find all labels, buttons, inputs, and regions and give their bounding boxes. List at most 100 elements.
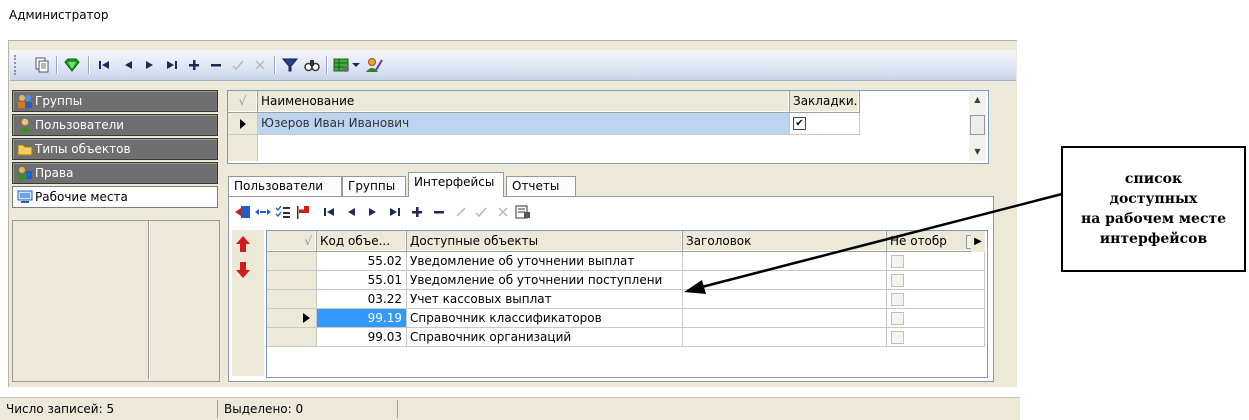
table-row-object[interactable]: Уведомление об уточнении поступлени [407,271,683,290]
find-icon[interactable] [302,55,322,75]
column-header-objects[interactable]: Доступные объекты [407,231,683,252]
table-row-code[interactable]: 03.22 [317,290,407,309]
records-value: 5 [106,402,115,416]
main-toolbar [10,50,1016,81]
row-indicator [228,113,258,135]
grid-corner: √ [267,231,317,252]
table-row-object[interactable]: Учет кассовых выплат [407,290,683,309]
table-row-object[interactable]: Справочник организаций [407,328,683,347]
add-record-icon[interactable] [408,202,426,222]
nav-item-object-types[interactable]: Типы объектов [12,138,218,160]
hidden-checkbox[interactable] [891,312,904,325]
table-row-code[interactable]: 55.02 [317,252,407,271]
row-indicator [267,252,317,271]
users-grid: √ Наименование Закладки. Юзеров Иван Ива… [227,90,989,164]
nav-item-label: Права [35,166,74,180]
interfaces-toolbar [232,202,652,224]
row-indicator [267,271,317,290]
table-row-hidden[interactable] [887,328,985,347]
rights-icon [17,166,33,180]
table-row-object[interactable]: Справочник классификаторов [407,309,683,328]
next-record-icon[interactable] [364,202,382,222]
edit-icon[interactable] [452,202,470,222]
user-tools-icon[interactable] [364,55,384,75]
nav-item-users[interactable]: Пользователи [12,114,218,136]
tab-reports[interactable]: Отчеты [506,176,576,196]
table-row-code[interactable]: 99.03 [317,328,407,347]
users-grid-scrollbar[interactable]: ▲ ▼ [969,91,986,161]
flag-icon[interactable] [294,202,312,222]
grid-corner: √ [228,91,258,113]
grid-settings-icon[interactable] [332,55,352,75]
nav-item-label: Типы объектов [35,142,131,156]
nav-item-label: Рабочие места [35,190,128,204]
move-up-icon[interactable] [236,236,250,255]
nav-item-workstations[interactable]: Рабочие места [12,186,218,208]
next-record-icon[interactable] [140,55,160,75]
table-row-code[interactable]: 55.01 [317,271,407,290]
workstation-icon [17,190,33,204]
column-header-objects-label: Доступные объекты [410,234,539,248]
last-record-icon[interactable] [162,55,182,75]
nav-item-label: Пользователи [35,118,125,132]
cancel-icon[interactable] [250,55,270,75]
tab-interfaces[interactable]: Интерфейсы [408,172,504,197]
annotation-line: доступных [1109,191,1198,207]
last-record-icon[interactable] [386,202,404,222]
row-indicator [267,290,317,309]
link-icon[interactable] [254,202,272,222]
annotation-arrow [684,192,1063,294]
cancel-icon[interactable] [494,202,512,222]
prev-record-icon[interactable] [342,202,360,222]
table-row-hidden[interactable] [887,309,985,328]
tab-users[interactable]: Пользователи [228,176,342,196]
table-row-object[interactable]: Уведомление об уточнении выплат [407,252,683,271]
window-title: Администратор [9,8,109,22]
list-icon[interactable] [274,202,292,222]
annotation-box: список доступных на рабочем месте интерф… [1061,146,1246,272]
move-down-icon[interactable] [236,262,250,281]
scroll-down-icon[interactable]: ▼ [969,143,986,160]
save-grid-icon[interactable] [514,202,532,222]
prev-record-icon[interactable] [118,55,138,75]
users-group-icon [17,94,33,108]
selected-value: 0 [295,402,304,416]
dropdown-arrow-icon[interactable] [350,55,362,75]
row-indicator [267,328,317,347]
table-row-title[interactable] [683,328,887,347]
table-row-name[interactable]: Юзеров Иван Иванович [258,113,790,135]
scroll-up-icon[interactable]: ▲ [969,91,986,108]
column-header-bookmarks[interactable]: Закладки. [790,91,860,113]
import-icon[interactable] [234,202,252,222]
gem-icon[interactable] [62,55,82,75]
delete-record-icon[interactable] [206,55,226,75]
table-row-bookmarks[interactable]: ✔ [790,113,860,135]
filter-icon[interactable] [280,55,300,75]
column-header-name[interactable]: Наименование [258,91,790,113]
reorder-panel [232,230,264,376]
table-row-title[interactable] [683,309,887,328]
post-icon[interactable] [472,202,490,222]
records-label: Число записей: [6,402,103,416]
nav-item-groups[interactable]: Группы [12,90,218,112]
left-navigation: Группы Пользователи Типы объектов Права … [12,90,218,210]
scroll-thumb[interactable] [970,115,985,135]
bookmarks-checkbox[interactable]: ✔ [793,117,806,130]
hidden-checkbox[interactable] [891,331,904,344]
nav-splitter[interactable] [148,221,150,379]
table-row-code[interactable]: 99.19 [317,309,407,328]
user-icon [17,118,33,132]
tab-groups[interactable]: Группы [342,176,406,196]
first-record-icon[interactable] [320,202,338,222]
nav-item-label: Группы [35,94,83,108]
delete-record-icon[interactable] [430,202,448,222]
add-record-icon[interactable] [184,55,204,75]
annotation-line: интерфейсов [1099,231,1208,247]
column-header-code[interactable]: Код объе... [317,231,407,252]
first-record-icon[interactable] [94,55,114,75]
post-icon[interactable] [228,55,248,75]
row-indicator-empty [228,135,258,161]
toolbar-grip[interactable] [14,55,19,75]
copy-icon[interactable] [32,55,52,75]
nav-item-rights[interactable]: Права [12,162,218,184]
